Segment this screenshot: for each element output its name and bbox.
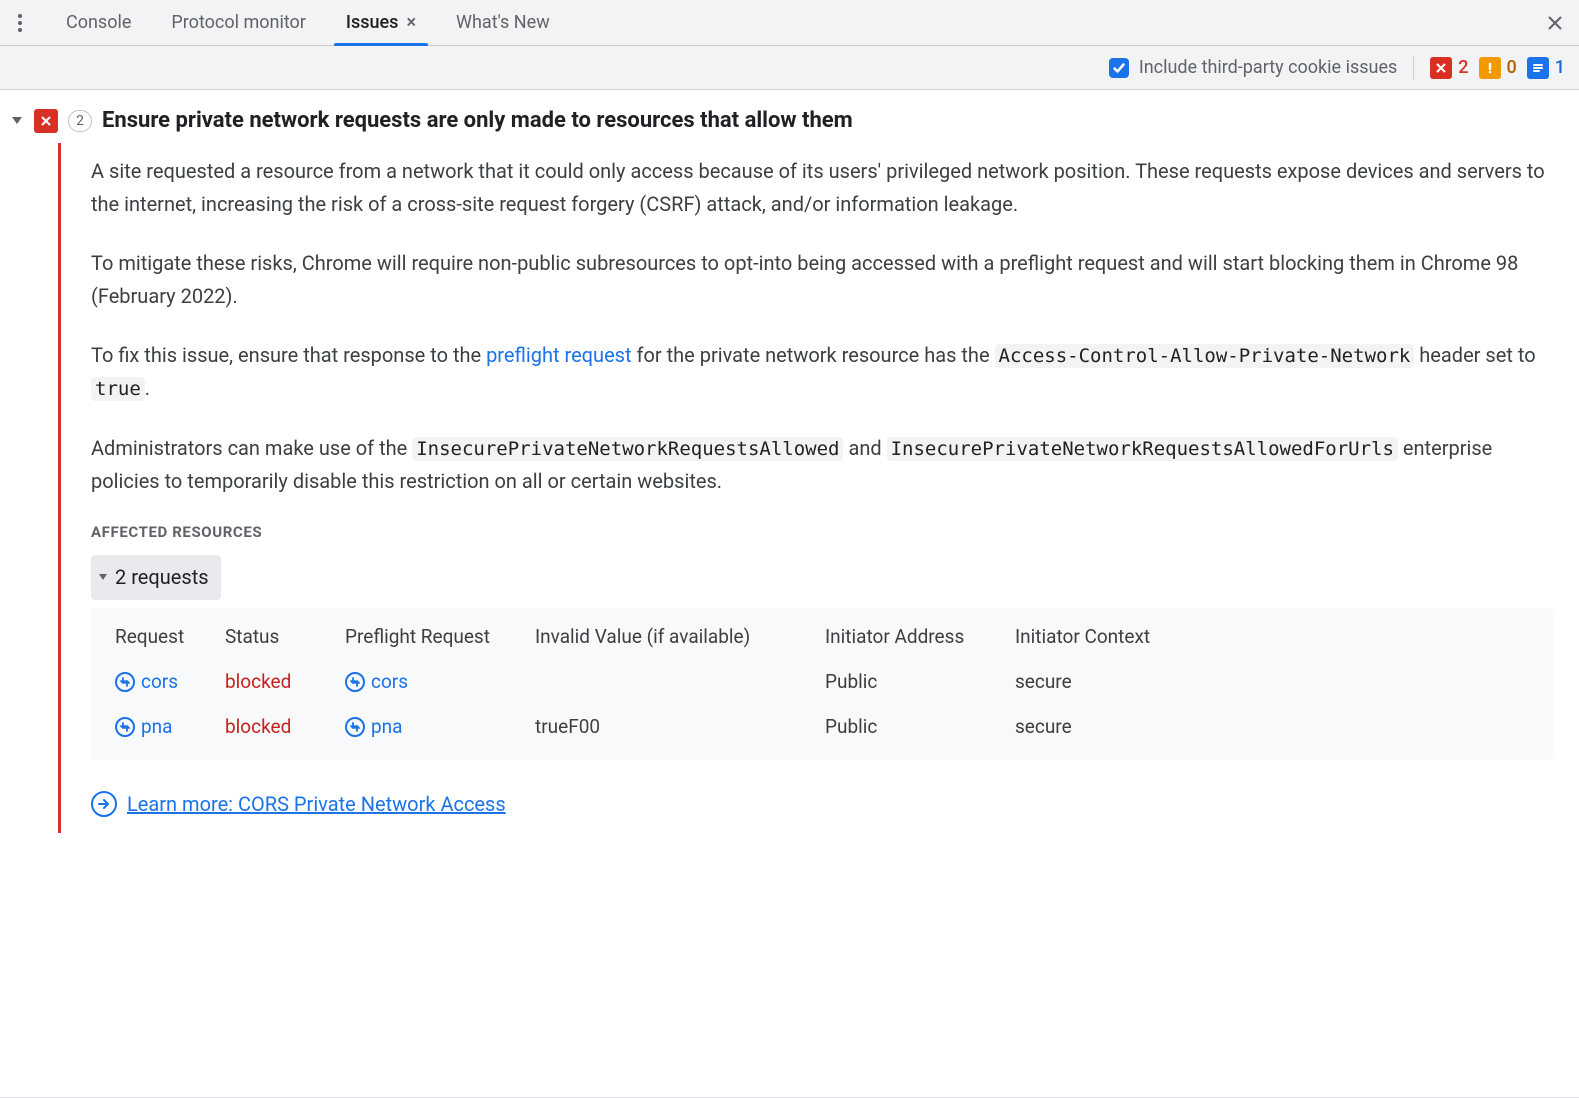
tab-label: Protocol monitor [171, 12, 306, 33]
issue-body: A site requested a resource from a netwo… [58, 143, 1571, 833]
col-status: Status [225, 621, 345, 652]
close-icon[interactable]: × [406, 14, 416, 32]
warning-count: 0 [1507, 57, 1517, 78]
issue-header[interactable]: 2 Ensure private network requests are on… [10, 104, 1571, 143]
initiator-ctx-cell: secure [1015, 666, 1541, 697]
code-header-name: Access-Control-Allow-Private-Network [995, 344, 1415, 368]
table-row: cors blocked cors Public secure [115, 659, 1541, 704]
warning-count-badge[interactable]: 0 [1479, 57, 1517, 79]
status-cell: blocked [225, 666, 345, 697]
error-count-badge[interactable]: 2 [1430, 57, 1468, 79]
issues-content[interactable]: 2 Ensure private network requests are on… [0, 90, 1579, 1098]
network-icon [115, 672, 135, 692]
preflight-link[interactable]: cors [345, 666, 535, 697]
chevron-down-icon[interactable] [12, 117, 22, 124]
network-icon [345, 717, 365, 737]
requests-toggle[interactable]: 2 requests [91, 555, 221, 600]
info-count: 1 [1555, 57, 1565, 78]
toolbar-divider [1413, 56, 1414, 80]
invalid-cell: trueF00 [535, 711, 825, 742]
table-row: pna blocked pna trueF00 Public secure [115, 704, 1541, 749]
info-count-badge[interactable]: 1 [1527, 57, 1565, 79]
request-link[interactable]: cors [115, 666, 225, 697]
tab-label: What's New [456, 12, 550, 33]
tabs: Console Protocol monitor Issues × What's… [46, 0, 570, 45]
error-count: 2 [1458, 57, 1468, 78]
initiator-addr-cell: Public [825, 666, 1015, 697]
tab-whats-new[interactable]: What's New [436, 0, 570, 45]
third-party-cookie-checkbox[interactable] [1109, 58, 1129, 78]
warning-icon [1479, 57, 1501, 79]
affected-resources-heading: AFFECTED RESOURCES [91, 520, 1553, 545]
code-policy: InsecurePrivateNetworkRequestsAllowed [412, 437, 843, 461]
issues-toolbar: Include third-party cookie issues 2 0 1 [0, 46, 1579, 90]
col-preflight: Preflight Request [345, 621, 535, 652]
table-header-row: Request Status Preflight Request Invalid… [115, 614, 1541, 659]
requests-count-label: 2 requests [115, 561, 209, 594]
preflight-link[interactable]: pna [345, 711, 535, 742]
tab-label: Issues [346, 12, 399, 33]
requests-table: Request Status Preflight Request Invalid… [91, 608, 1553, 760]
request-link[interactable]: pna [115, 711, 225, 742]
network-icon [345, 672, 365, 692]
close-panel-button[interactable] [1537, 5, 1573, 41]
status-cell: blocked [225, 711, 345, 742]
issue-title: Ensure private network requests are only… [102, 108, 853, 133]
code-header-value: true [91, 377, 145, 401]
col-request: Request [115, 621, 225, 652]
preflight-link[interactable]: preflight request [486, 343, 631, 367]
issue-paragraph: A site requested a resource from a netwo… [91, 155, 1553, 221]
col-invalid: Invalid Value (if available) [535, 621, 825, 652]
initiator-addr-cell: Public [825, 711, 1015, 742]
initiator-ctx-cell: secure [1015, 711, 1541, 742]
tab-protocol-monitor[interactable]: Protocol monitor [151, 0, 326, 45]
issue-paragraph: To mitigate these risks, Chrome will req… [91, 247, 1553, 313]
learn-more-link[interactable]: Learn more: CORS Private Network Access [127, 788, 506, 821]
code-policy: InsecurePrivateNetworkRequestsAllowedFor… [887, 437, 1398, 461]
col-initiator-addr: Initiator Address [825, 621, 1015, 652]
arrow-right-icon [91, 791, 117, 817]
error-icon [1430, 57, 1452, 79]
more-tools-icon[interactable] [4, 7, 36, 39]
issue-count-pill: 2 [68, 110, 92, 132]
tab-strip: Console Protocol monitor Issues × What's… [0, 0, 1579, 46]
third-party-cookie-label: Include third-party cookie issues [1139, 57, 1397, 78]
tab-console[interactable]: Console [46, 0, 151, 45]
tab-issues[interactable]: Issues × [326, 0, 436, 45]
error-severity-icon [34, 109, 58, 133]
col-initiator-ctx: Initiator Context [1015, 621, 1541, 652]
info-icon [1527, 57, 1549, 79]
issue-paragraph: Administrators can make use of the Insec… [91, 432, 1553, 498]
chevron-down-icon [99, 574, 107, 580]
tab-label: Console [66, 12, 131, 33]
network-icon [115, 717, 135, 737]
learn-more-row: Learn more: CORS Private Network Access [91, 788, 506, 821]
issue-paragraph: To fix this issue, ensure that response … [91, 339, 1553, 406]
